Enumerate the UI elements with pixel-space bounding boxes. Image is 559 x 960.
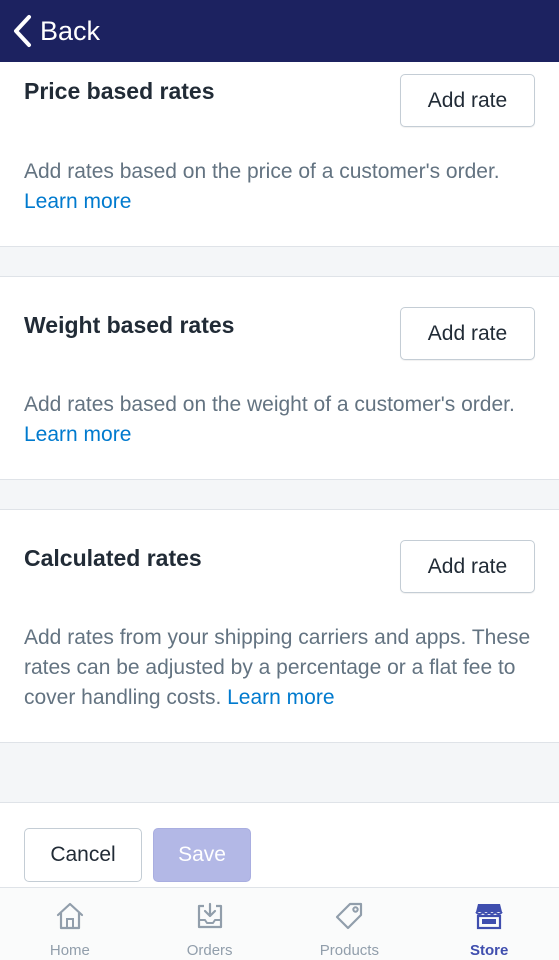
tab-orders[interactable]: Orders: [140, 888, 280, 960]
back-label: Back: [40, 15, 101, 46]
tab-label: Home: [49, 942, 90, 959]
home-icon: [56, 902, 83, 930]
orders-icon: [197, 902, 222, 929]
section-title: Weight based rates: [24, 312, 235, 338]
price-rates-card: Price based rates Add rate Add rates bas…: [0, 62, 559, 247]
section-description: Add rates from your shipping carriers an…: [24, 623, 539, 713]
description-text: Add rates based on the price of a custom…: [24, 160, 500, 183]
tab-label: Orders: [186, 942, 233, 959]
tag-icon: [336, 902, 363, 930]
section-title: Price based rates: [24, 78, 215, 104]
add-price-rate-button[interactable]: Add rate: [400, 74, 535, 127]
back-button[interactable]: Back: [12, 14, 100, 48]
section-description: Add rates based on the weight of a custo…: [24, 390, 539, 450]
store-icon: [475, 904, 503, 930]
save-button[interactable]: Save: [153, 828, 251, 882]
tab-label: Products: [319, 942, 379, 959]
cancel-button[interactable]: Cancel: [24, 828, 142, 882]
tab-label: Store: [469, 942, 509, 959]
calculated-rates-card: Calculated rates Add rate Add rates from…: [0, 509, 559, 743]
bottom-tab-bar: Home Orders Products Store: [0, 887, 559, 960]
description-text: Add rates based on the weight of a custo…: [24, 393, 515, 416]
add-weight-rate-button[interactable]: Add rate: [400, 307, 535, 360]
learn-more-link[interactable]: Learn more: [227, 686, 334, 709]
section-title: Calculated rates: [24, 545, 202, 571]
chevron-left-icon: [14, 15, 31, 47]
section-description: Add rates based on the price of a custom…: [24, 157, 539, 217]
tab-products[interactable]: Products: [280, 888, 420, 960]
learn-more-link[interactable]: Learn more: [24, 423, 131, 446]
top-nav-bar: Back: [0, 0, 559, 62]
add-calculated-rate-button[interactable]: Add rate: [400, 540, 535, 593]
form-actions-footer: Cancel Save: [0, 802, 559, 887]
learn-more-link[interactable]: Learn more: [24, 190, 131, 213]
weight-rates-card: Weight based rates Add rate Add rates ba…: [0, 276, 559, 480]
tab-store[interactable]: Store: [419, 888, 559, 960]
tab-home[interactable]: Home: [0, 888, 140, 960]
